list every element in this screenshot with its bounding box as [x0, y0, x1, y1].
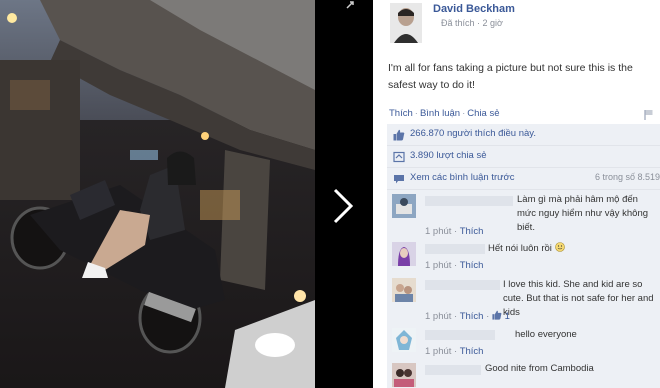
comment-like-link[interactable]: Thích	[460, 346, 484, 357]
comment-item: Làm gì mà phải hâm mộ đến mức nguy hiểm …	[387, 192, 660, 242]
comment-meta: 1 phút · Thích	[425, 260, 484, 271]
thumbs-up-icon	[492, 310, 502, 320]
chevron-right-icon[interactable]	[329, 186, 357, 226]
commenter-name-redacted[interactable]	[425, 330, 495, 340]
view-previous-row[interactable]: Xem các bình luận trước 6 trong số 8.519	[387, 168, 660, 190]
comment-like-link[interactable]: Thích	[460, 311, 484, 322]
likes-row[interactable]: 266.870 người thích điều này.	[387, 124, 660, 146]
smiley-icon	[554, 242, 565, 252]
comment-item: Hết nói luôn rồi 1 phút · Thích	[387, 242, 660, 276]
shares-row[interactable]: 3.890 lượt chia sẻ	[387, 146, 660, 168]
comment-link[interactable]: Bình luận	[420, 108, 460, 119]
comment-text: hello everyone	[515, 329, 577, 340]
commenter-name-redacted[interactable]	[425, 244, 485, 254]
commenter-name-redacted[interactable]	[425, 365, 481, 375]
comment-text: Hết nói luôn rồi	[488, 242, 658, 256]
comment-item: Good nite from Cambodia	[387, 362, 660, 388]
post-meta: Đã thích · 2 giờ	[441, 18, 503, 28]
comment-like-link[interactable]: Thích	[460, 260, 484, 271]
comment-like-link[interactable]: Thích	[460, 226, 484, 237]
post-photo[interactable]	[0, 0, 315, 388]
comment-item: I love this kid. She and kid are so cute…	[387, 276, 660, 328]
commenter-avatar[interactable]	[392, 363, 416, 387]
comment-meta: 1 phút · Thích · 1	[425, 310, 510, 322]
comment-text: Good nite from Cambodia	[485, 363, 594, 374]
commenter-name-redacted[interactable]	[425, 196, 513, 206]
share-icon	[393, 151, 405, 163]
comment-item: hello everyone 1 phút · Thích	[387, 328, 660, 362]
author-name[interactable]: David Beckham	[433, 3, 515, 15]
likes-count[interactable]: 266.870 người thích điều này.	[410, 128, 536, 139]
comment-text: Làm gì mà phải hâm mộ đến mức nguy hiểm …	[517, 194, 649, 233]
commenter-avatar[interactable]	[392, 278, 416, 302]
commenter-avatar[interactable]	[392, 194, 416, 218]
post-header: David Beckham Đã thích · 2 giờ	[373, 0, 660, 50]
feedback-panel: 266.870 người thích điều này. 3.890 lượt…	[387, 124, 660, 388]
flag-icon[interactable]	[644, 109, 654, 120]
view-previous-comments[interactable]: Xem các bình luận trước	[410, 172, 514, 183]
share-link[interactable]: Chia sẻ	[467, 108, 499, 119]
speech-bubble-icon	[394, 175, 404, 184]
comment-meta: 1 phút · Thích	[425, 226, 484, 237]
comment-meta: 1 phút · Thích	[425, 346, 484, 357]
commenter-avatar[interactable]	[392, 242, 416, 266]
comment-text: I love this kid. She and kid are so cute…	[503, 279, 654, 318]
author-avatar[interactable]	[390, 3, 422, 43]
post-actions: Thích · Bình luận · Chia sẻ	[389, 108, 500, 119]
commenter-name-redacted[interactable]	[425, 280, 500, 290]
expand-icon[interactable]	[345, 0, 359, 10]
shares-count[interactable]: 3.890 lượt chia sẻ	[410, 150, 487, 161]
post-side-panel: David Beckham Đã thích · 2 giờ I'm all f…	[373, 0, 660, 388]
post-caption: I'm all for fans taking a picture but no…	[388, 62, 633, 91]
like-link[interactable]: Thích	[389, 108, 413, 119]
commenter-avatar[interactable]	[392, 328, 416, 352]
comment-like-count[interactable]: 1	[505, 311, 510, 322]
thumbs-up-icon	[393, 129, 405, 141]
comment-count: 6 trong số 8.519	[594, 172, 660, 182]
photo-viewer	[0, 0, 373, 388]
